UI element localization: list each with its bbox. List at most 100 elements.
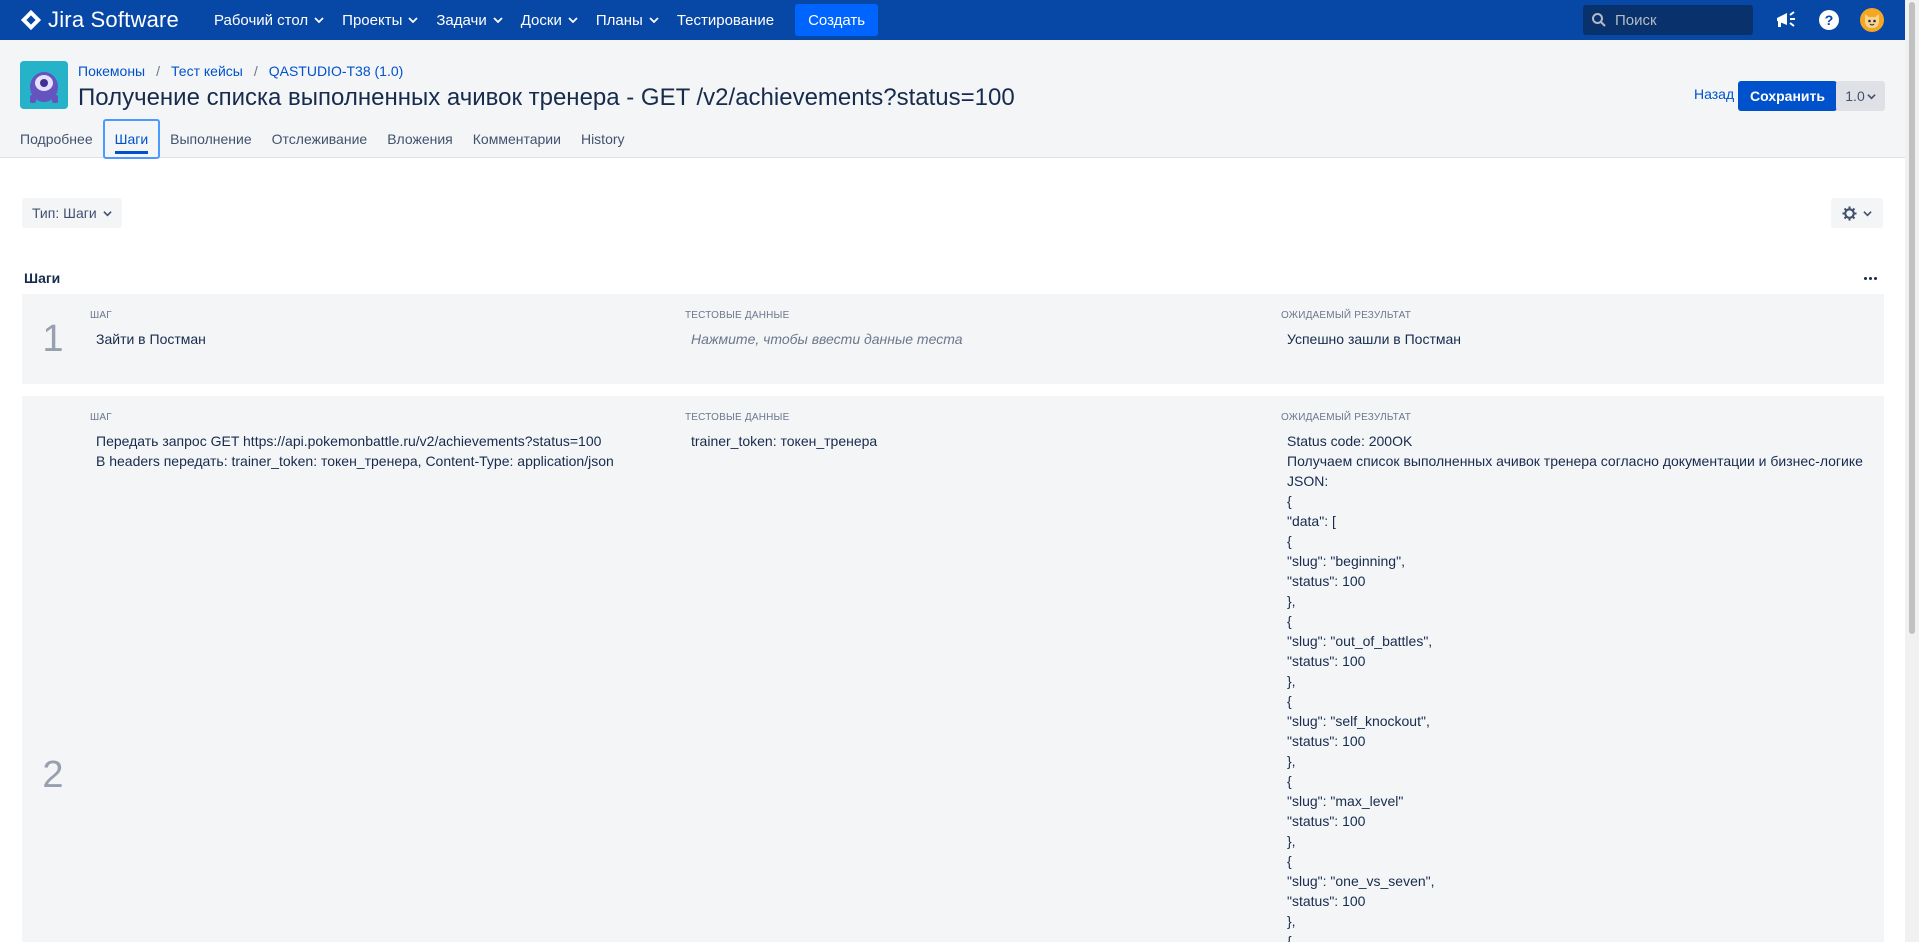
version-dropdown[interactable]: 1.0 <box>1836 81 1885 111</box>
test-data[interactable]: trainer_token: токен_тренера <box>685 431 1275 451</box>
step-description[interactable]: Зайти в Постман <box>90 329 680 349</box>
type-label: Тип: Шаги <box>32 205 97 221</box>
text-line: "slug": "beginning", <box>1287 553 1405 569</box>
type-dropdown[interactable]: Тип: Шаги <box>22 198 122 228</box>
search-input[interactable] <box>1615 11 1745 29</box>
chevron-down-icon <box>649 17 659 24</box>
text-line: "data": [ <box>1287 513 1336 529</box>
text-line: { <box>1287 933 1292 942</box>
nav-item-label: Тестирование <box>676 11 775 29</box>
text-line: }, <box>1287 833 1296 849</box>
settings-dropdown[interactable] <box>1831 198 1883 228</box>
breadcrumb-test-cases[interactable]: Тест кейсы <box>171 63 243 79</box>
chevron-down-icon <box>102 210 112 216</box>
text-line: "status": 100 <box>1287 733 1366 749</box>
tab[interactable]: Комментарии <box>463 119 571 159</box>
nav-item[interactable]: Рабочий стол <box>205 0 333 40</box>
search-box[interactable] <box>1583 5 1753 35</box>
megaphone-icon[interactable] <box>1774 8 1798 32</box>
nav-item[interactable]: Доски <box>512 0 587 40</box>
text-line: }, <box>1287 593 1296 609</box>
text-line: { <box>1287 493 1292 509</box>
tab[interactable]: Подробнее <box>0 119 103 159</box>
project-avatar <box>20 61 68 109</box>
tab[interactable]: Выполнение <box>160 119 261 159</box>
expected-result[interactable]: Успешно зашли в Постман <box>1281 329 1871 349</box>
nav-item[interactable]: Задачи <box>427 0 511 40</box>
search-icon <box>1592 13 1606 27</box>
nav-item[interactable]: Проекты <box>333 0 427 40</box>
tab[interactable]: Отслеживание <box>262 119 378 159</box>
nav-item[interactable]: Тестирование <box>668 0 783 40</box>
column-header: ТЕСТОВЫЕ ДАННЫЕ <box>685 412 790 423</box>
text-line: { <box>1287 853 1292 869</box>
test-data-column[interactable]: ТЕСТОВЫЕ ДАННЫЕ Нажмите, чтобы ввести да… <box>685 310 1275 349</box>
back-link[interactable]: Назад <box>1694 86 1734 102</box>
expected-result-column[interactable]: ОЖИДАЕМЫЙ РЕЗУЛЬТАТ Успешно зашли в Пост… <box>1281 310 1871 349</box>
create-button[interactable]: Создать <box>795 4 879 36</box>
save-button[interactable]: Сохранить <box>1738 81 1837 111</box>
tab[interactable]: Шаги <box>102 119 161 159</box>
nav-item-label: Проекты <box>342 11 403 29</box>
page-scrollbar[interactable] <box>1905 0 1919 942</box>
brand-name: Jira Software <box>48 7 179 32</box>
column-header: ШАГ <box>90 412 112 423</box>
step-description[interactable]: Передать запрос GET https://api.pokemonb… <box>90 431 680 471</box>
user-avatar[interactable] <box>1860 8 1884 32</box>
text-line: Получаем список выполненных ачивок трене… <box>1287 453 1863 469</box>
jira-diamond-icon <box>20 9 42 31</box>
nav-item[interactable]: Планы <box>587 0 668 40</box>
breadcrumb-project[interactable]: Покемоны <box>78 63 145 79</box>
text-line: "slug": "max_level" <box>1287 793 1404 809</box>
step-row[interactable]: 1 ШАГ Зайти в Постман ТЕСТОВЫЕ ДАННЫЕ На… <box>22 294 1884 384</box>
step-row[interactable]: 2 ШАГ Передать запрос GET https://api.po… <box>22 396 1884 942</box>
page-title: Получение списка выполненных ачивок трен… <box>78 84 1015 111</box>
text-line: { <box>1287 773 1292 789</box>
steps-section-title: Шаги <box>24 270 61 286</box>
jira-logo[interactable]: Jira Software <box>20 7 179 33</box>
text-line: "slug": "self_knockout", <box>1287 713 1430 729</box>
expected-result-column[interactable]: ОЖИДАЕМЫЙ РЕЗУЛЬТАТ Status code: 200OK По… <box>1281 412 1901 942</box>
chevron-down-icon <box>408 17 418 24</box>
step-number: 2 <box>42 754 64 796</box>
step-column[interactable]: ШАГ Зайти в Постман <box>90 310 680 349</box>
gear-icon <box>1842 205 1857 221</box>
help-icon[interactable]: ? <box>1817 8 1841 32</box>
breadcrumb: Покемоны / Тест кейсы / QASTUDIO-T38 (1.… <box>78 63 404 79</box>
svg-text:?: ? <box>1825 12 1834 28</box>
text-line: "status": 100 <box>1287 893 1366 909</box>
tab[interactable]: Вложения <box>377 119 463 159</box>
step-column[interactable]: ШАГ Передать запрос GET https://api.poke… <box>90 412 680 471</box>
text-line: }, <box>1287 673 1296 689</box>
nav-item-label: Доски <box>520 11 562 29</box>
text-line: }, <box>1287 753 1296 769</box>
text-line: Передать запрос GET https://api.pokemonb… <box>96 433 602 449</box>
test-data-placeholder[interactable]: Нажмите, чтобы ввести данные теста <box>685 329 1275 349</box>
text-line: JSON: <box>1287 473 1329 489</box>
column-header: ОЖИДАЕМЫЙ РЕЗУЛЬТАТ <box>1281 310 1412 321</box>
text-line: "status": 100 <box>1287 813 1366 829</box>
chevron-down-icon <box>568 17 578 24</box>
more-actions-icon[interactable] <box>1860 270 1880 286</box>
test-data-column[interactable]: ТЕСТОВЫЕ ДАННЫЕ trainer_token: токен_тре… <box>685 412 1275 451</box>
text-line: trainer_token: токен_тренера <box>691 433 878 449</box>
nav-item-label: Задачи <box>436 11 487 29</box>
text-line: Status code: 200OK <box>1287 433 1413 449</box>
nav-item-label: Планы <box>595 11 643 29</box>
expected-result[interactable]: Status code: 200OK Получаем список выполн… <box>1281 431 1901 942</box>
nav-item-label: Рабочий стол <box>213 11 309 29</box>
text-line: "slug": "one_vs_seven", <box>1287 873 1435 889</box>
scrollbar-thumb[interactable] <box>1909 2 1915 634</box>
column-header: ШАГ <box>90 310 112 321</box>
column-header: ОЖИДАЕМЫЙ РЕЗУЛЬТАТ <box>1281 412 1412 423</box>
chevron-down-icon <box>1867 93 1876 99</box>
version-label: 1.0 <box>1845 88 1865 104</box>
breadcrumb-test-case-key[interactable]: QASTUDIO-T38 (1.0) <box>269 63 404 79</box>
text-line: }, <box>1287 913 1296 929</box>
text-line: { <box>1287 693 1292 709</box>
tab[interactable]: History <box>571 119 635 159</box>
text-line: { <box>1287 613 1292 629</box>
text-line: { <box>1287 533 1292 549</box>
column-header: ТЕСТОВЫЕ ДАННЫЕ <box>685 310 790 321</box>
text-line: "slug": "out_of_battles", <box>1287 633 1433 649</box>
